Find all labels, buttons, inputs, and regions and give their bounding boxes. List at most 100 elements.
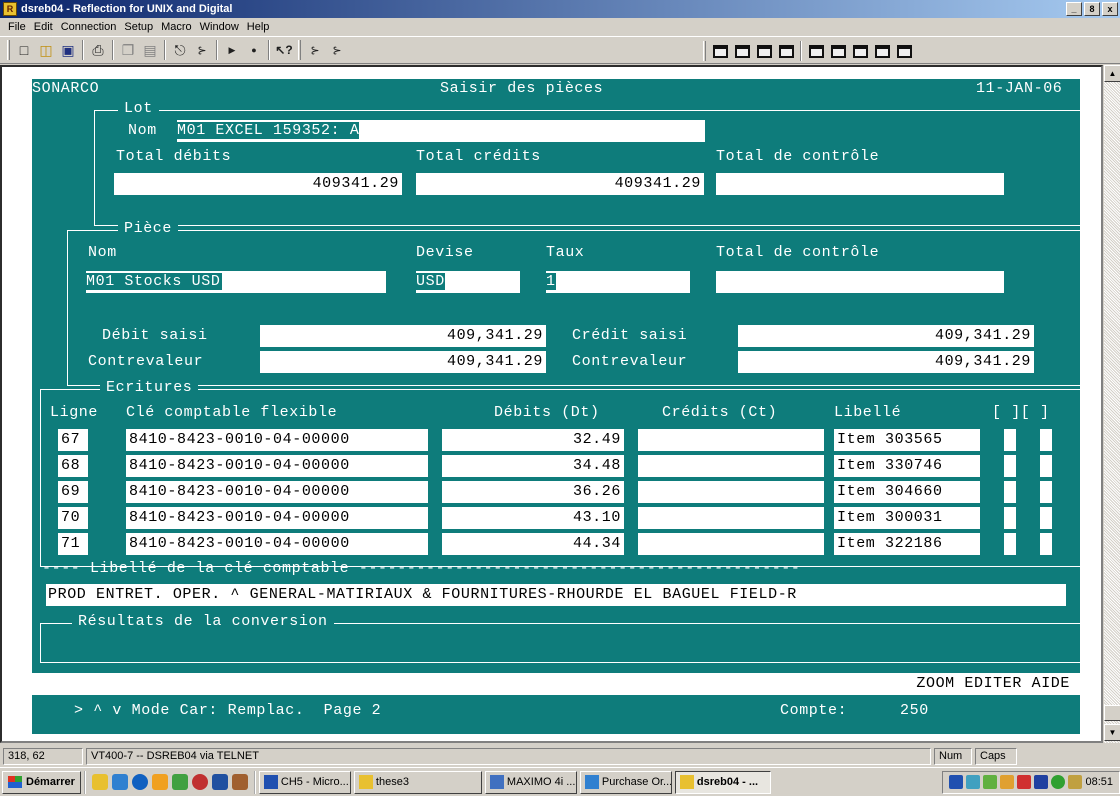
app-icon[interactable] (191, 774, 208, 790)
ie-icon[interactable] (131, 774, 148, 790)
row-70-ligne[interactable]: 70 (58, 507, 88, 529)
row-68-cle[interactable]: 8410-8423-0010-04-00000 (126, 455, 428, 477)
vertical-scrollbar[interactable]: ▲ ▼ (1103, 65, 1120, 743)
libelle-cle-value[interactable]: PROD ENTRET. OPER. ^ GENERAL-MATIRIAUX &… (46, 584, 1066, 606)
connect-icon[interactable]: ⎋ (169, 39, 191, 61)
row-71-libelle[interactable]: Item 322186 (834, 533, 980, 555)
save-icon[interactable]: ▣ (57, 39, 79, 61)
menu-macro[interactable]: Macro (157, 21, 196, 33)
row-67-debit[interactable]: 32.49 (442, 429, 624, 451)
taskbar-item-maximo[interactable]: MAXIMO 4i ... (484, 770, 577, 794)
taskbar-item-dsreb04[interactable]: dsreb04 - ... (674, 770, 771, 794)
play-icon[interactable]: ▶ (221, 39, 243, 61)
credit-saisi-field[interactable]: 409,341.29 (738, 325, 1034, 347)
outlook-icon[interactable] (111, 774, 128, 790)
key-icon[interactable] (805, 40, 827, 62)
piece-total-controle-field[interactable] (716, 271, 1004, 293)
piece-nom-field[interactable]: M01 Stocks USD (86, 271, 386, 293)
transfer-icon[interactable]: ⊱ (326, 39, 348, 61)
app-icon[interactable] (231, 774, 248, 790)
row-71-credit[interactable] (638, 533, 824, 555)
row-67-ligne[interactable]: 67 (58, 429, 88, 451)
transfer-icon[interactable]: ⊱ (304, 39, 326, 61)
menu-connection[interactable]: Connection (57, 21, 121, 33)
app-icon[interactable] (171, 774, 188, 790)
row-69-debit[interactable]: 36.26 (442, 481, 624, 503)
total-credits-field[interactable]: 409341.29 (416, 173, 704, 195)
clock[interactable]: 08:51 (1085, 776, 1113, 788)
row-69-flag2[interactable] (1040, 481, 1052, 503)
terminal-screen[interactable]: SONARCO Saisir des pièces 11-JAN-06 Lot … (32, 79, 1084, 734)
taskbar-item-purchase[interactable]: Purchase Or... (579, 770, 672, 794)
network-icon[interactable] (983, 775, 998, 789)
key-icon[interactable] (775, 40, 797, 62)
media-icon[interactable] (151, 774, 168, 790)
disconnect-icon[interactable]: ⊱ (191, 39, 213, 61)
menu-help[interactable]: Help (243, 21, 274, 33)
toolbar-grip[interactable] (703, 41, 706, 61)
menu-edit[interactable]: Edit (30, 21, 57, 33)
volume-icon[interactable] (1000, 775, 1015, 789)
contrevaleur-credit-field[interactable]: 409,341.29 (738, 351, 1034, 373)
new-icon[interactable]: □ (13, 39, 35, 61)
row-71-debit[interactable]: 44.34 (442, 533, 624, 555)
row-67-libelle[interactable]: Item 303565 (834, 429, 980, 451)
desktop-icon[interactable] (91, 774, 108, 790)
antivirus-icon[interactable] (1017, 775, 1032, 789)
status-icon[interactable] (1051, 775, 1066, 789)
language-icon[interactable] (1034, 775, 1049, 789)
row-70-libelle[interactable]: Item 300031 (834, 507, 980, 529)
row-70-debit[interactable]: 43.10 (442, 507, 624, 529)
taux-field[interactable]: 1 (546, 271, 690, 293)
total-debits-field[interactable]: 409341.29 (114, 173, 402, 195)
paste-icon[interactable]: ▤ (139, 39, 161, 61)
row-68-flag2[interactable] (1040, 455, 1052, 477)
lot-nom-field[interactable]: M01 EXCEL 159352: A (177, 120, 705, 142)
open-icon[interactable]: ◫ (35, 39, 57, 61)
row-68-credit[interactable] (638, 455, 824, 477)
row-71-flag1[interactable] (1004, 533, 1016, 555)
help-icon[interactable]: ↖? (273, 39, 295, 61)
key-icon[interactable] (753, 40, 775, 62)
copy-icon[interactable]: ❐ (117, 39, 139, 61)
lot-total-controle-field[interactable] (716, 173, 1004, 195)
key-icon[interactable] (709, 40, 731, 62)
scroll-down-icon[interactable]: ▼ (1104, 724, 1120, 741)
terminal-window[interactable]: SONARCO Saisir des pièces 11-JAN-06 Lot … (0, 65, 1103, 743)
menu-setup[interactable]: Setup (120, 21, 157, 33)
taskbar-item-word[interactable]: CH5 - Micro... (258, 770, 351, 794)
app-icon[interactable] (211, 774, 228, 790)
row-70-flag2[interactable] (1040, 507, 1052, 529)
row-69-credit[interactable] (638, 481, 824, 503)
row-68-flag1[interactable] (1004, 455, 1016, 477)
scroll-thumb[interactable] (1104, 705, 1120, 721)
row-69-cle[interactable]: 8410-8423-0010-04-00000 (126, 481, 428, 503)
row-69-libelle[interactable]: Item 304660 (834, 481, 980, 503)
row-71-cle[interactable]: 8410-8423-0010-04-00000 (126, 533, 428, 555)
menu-file[interactable]: File (4, 21, 30, 33)
maximize-button[interactable]: 8 (1084, 2, 1100, 16)
debit-saisi-field[interactable]: 409,341.29 (260, 325, 546, 347)
devise-field[interactable]: USD (416, 271, 520, 293)
taskbar-item-folder[interactable]: these3 (353, 770, 482, 794)
print-icon[interactable]: ⎙ (87, 39, 109, 61)
row-69-flag1[interactable] (1004, 481, 1016, 503)
key-icon[interactable] (893, 40, 915, 62)
close-button[interactable]: x (1102, 2, 1118, 16)
key-icon[interactable] (871, 40, 893, 62)
row-70-cle[interactable]: 8410-8423-0010-04-00000 (126, 507, 428, 529)
row-71-flag2[interactable] (1040, 533, 1052, 555)
row-68-libelle[interactable]: Item 330746 (834, 455, 980, 477)
menu-window[interactable]: Window (196, 21, 243, 33)
row-68-ligne[interactable]: 68 (58, 455, 88, 477)
row-69-ligne[interactable]: 69 (58, 481, 88, 503)
row-68-debit[interactable]: 34.48 (442, 455, 624, 477)
key-icon[interactable] (849, 40, 871, 62)
key-icon[interactable] (827, 40, 849, 62)
row-67-flag2[interactable] (1040, 429, 1052, 451)
start-button[interactable]: Démarrer (2, 770, 81, 794)
toolbar-grip[interactable] (298, 40, 301, 60)
scroll-up-icon[interactable]: ▲ (1104, 65, 1120, 82)
row-67-credit[interactable] (638, 429, 824, 451)
function-keys[interactable]: ZOOM EDITER AIDE (916, 673, 1070, 695)
